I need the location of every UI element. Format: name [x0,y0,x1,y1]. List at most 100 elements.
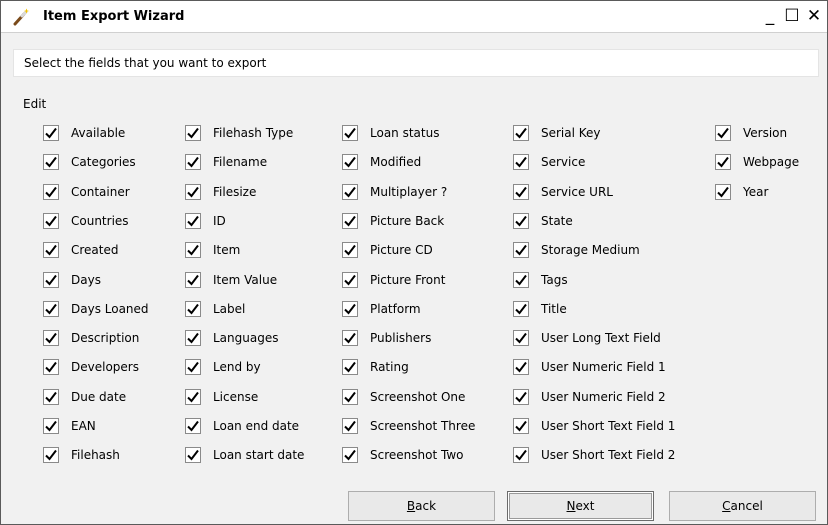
checkbox[interactable] [342,271,358,288]
field-checkbox-item[interactable]: Screenshot Three [342,417,475,435]
field-checkbox-item[interactable]: Picture Back [342,212,444,230]
field-checkbox-item[interactable]: Filehash Type [185,124,293,142]
checkbox[interactable] [513,388,529,405]
checkbox[interactable] [185,418,201,434]
checkbox[interactable] [342,330,358,347]
checkbox[interactable] [43,125,59,141]
field-checkbox-item[interactable]: Days Loaned [43,300,149,318]
field-checkbox-item[interactable]: Lend by [185,358,261,376]
field-checkbox-item[interactable]: License [185,388,258,406]
checkbox[interactable] [513,271,529,288]
checkbox[interactable] [342,447,358,464]
field-checkbox-item[interactable]: Loan start date [185,446,304,464]
field-checkbox-item[interactable]: User Numeric Field 1 [513,358,666,376]
field-checkbox-item[interactable]: Picture CD [342,241,433,259]
field-checkbox-item[interactable]: Picture Front [342,271,445,289]
field-checkbox-item[interactable]: Platform [342,300,421,318]
checkbox[interactable] [342,388,358,405]
checkbox[interactable] [43,183,59,200]
checkbox[interactable] [513,418,529,434]
field-checkbox-item[interactable]: Filename [185,153,267,171]
checkbox[interactable] [513,183,529,200]
checkbox[interactable] [43,447,59,464]
field-checkbox-item[interactable]: Item [185,241,240,259]
field-checkbox-item[interactable]: Days [43,271,101,289]
field-checkbox-item[interactable]: Filehash [43,446,120,464]
field-checkbox-item[interactable]: Tags [513,271,568,289]
checkbox[interactable] [185,212,201,229]
checkbox[interactable] [43,154,59,171]
field-checkbox-item[interactable]: Modified [342,153,421,171]
field-checkbox-item[interactable]: Languages [185,329,278,347]
checkbox[interactable] [342,125,358,141]
cancel-button[interactable]: Cancel [669,491,816,521]
field-checkbox-item[interactable]: Webpage [715,153,799,171]
field-checkbox-item[interactable]: Filesize [185,183,256,201]
checkbox[interactable] [513,330,529,347]
checkbox[interactable] [715,125,731,141]
checkbox[interactable] [342,418,358,434]
field-checkbox-item[interactable]: Available [43,124,125,142]
field-checkbox-item[interactable]: Title [513,300,567,318]
checkbox[interactable] [715,183,731,200]
checkbox[interactable] [185,154,201,171]
checkbox[interactable] [43,271,59,288]
field-checkbox-item[interactable]: ID [185,212,226,230]
checkbox[interactable] [513,212,529,229]
checkbox[interactable] [43,388,59,405]
field-checkbox-item[interactable]: Service [513,153,585,171]
field-checkbox-item[interactable]: Year [715,183,768,201]
field-checkbox-item[interactable]: Screenshot Two [342,446,463,464]
field-checkbox-item[interactable]: Rating [342,358,409,376]
checkbox[interactable] [342,183,358,200]
field-checkbox-item[interactable]: Created [43,241,119,259]
checkbox[interactable] [185,388,201,405]
field-checkbox-item[interactable]: Publishers [342,329,431,347]
field-checkbox-item[interactable]: Service URL [513,183,613,201]
field-checkbox-item[interactable]: User Short Text Field 1 [513,417,675,435]
title-bar[interactable]: Item Export Wizard _ ☐ ✕ [1,1,827,33]
checkbox[interactable] [185,183,201,200]
checkbox[interactable] [43,359,59,376]
field-checkbox-item[interactable]: User Long Text Field [513,329,661,347]
checkbox[interactable] [513,300,529,317]
field-checkbox-item[interactable]: Container [43,183,130,201]
checkbox[interactable] [715,154,731,171]
field-checkbox-item[interactable]: EAN [43,417,96,435]
field-checkbox-item[interactable]: Categories [43,153,136,171]
checkbox[interactable] [513,154,529,171]
checkbox[interactable] [342,359,358,376]
checkbox[interactable] [43,242,59,259]
field-checkbox-item[interactable]: Storage Medium [513,241,640,259]
checkbox[interactable] [185,300,201,317]
field-checkbox-item[interactable]: Multiplayer ? [342,183,447,201]
checkbox[interactable] [342,300,358,317]
field-checkbox-item[interactable]: Loan status [342,124,439,142]
back-button[interactable]: Back [348,491,495,521]
field-checkbox-item[interactable]: User Numeric Field 2 [513,388,666,406]
checkbox[interactable] [185,125,201,141]
field-checkbox-item[interactable]: Developers [43,358,139,376]
maximize-button[interactable]: ☐ [781,5,803,27]
field-checkbox-item[interactable]: Loan end date [185,417,299,435]
checkbox[interactable] [43,418,59,434]
next-button[interactable]: Next [507,491,654,521]
checkbox[interactable] [43,300,59,317]
field-checkbox-item[interactable]: User Short Text Field 2 [513,446,675,464]
checkbox[interactable] [185,242,201,259]
field-checkbox-item[interactable]: Countries [43,212,129,230]
checkbox[interactable] [185,359,201,376]
checkbox[interactable] [513,359,529,376]
field-checkbox-item[interactable]: Item Value [185,271,277,289]
checkbox[interactable] [513,242,529,259]
field-checkbox-item[interactable]: Screenshot One [342,388,465,406]
field-checkbox-item[interactable]: Serial Key [513,124,601,142]
field-checkbox-item[interactable]: State [513,212,573,230]
checkbox[interactable] [43,212,59,229]
checkbox[interactable] [342,212,358,229]
field-checkbox-item[interactable]: Label [185,300,245,318]
minimize-button[interactable]: _ [759,5,781,27]
field-checkbox-item[interactable]: Due date [43,388,126,406]
field-checkbox-item[interactable]: Version [715,124,787,142]
close-button[interactable]: ✕ [803,5,825,27]
